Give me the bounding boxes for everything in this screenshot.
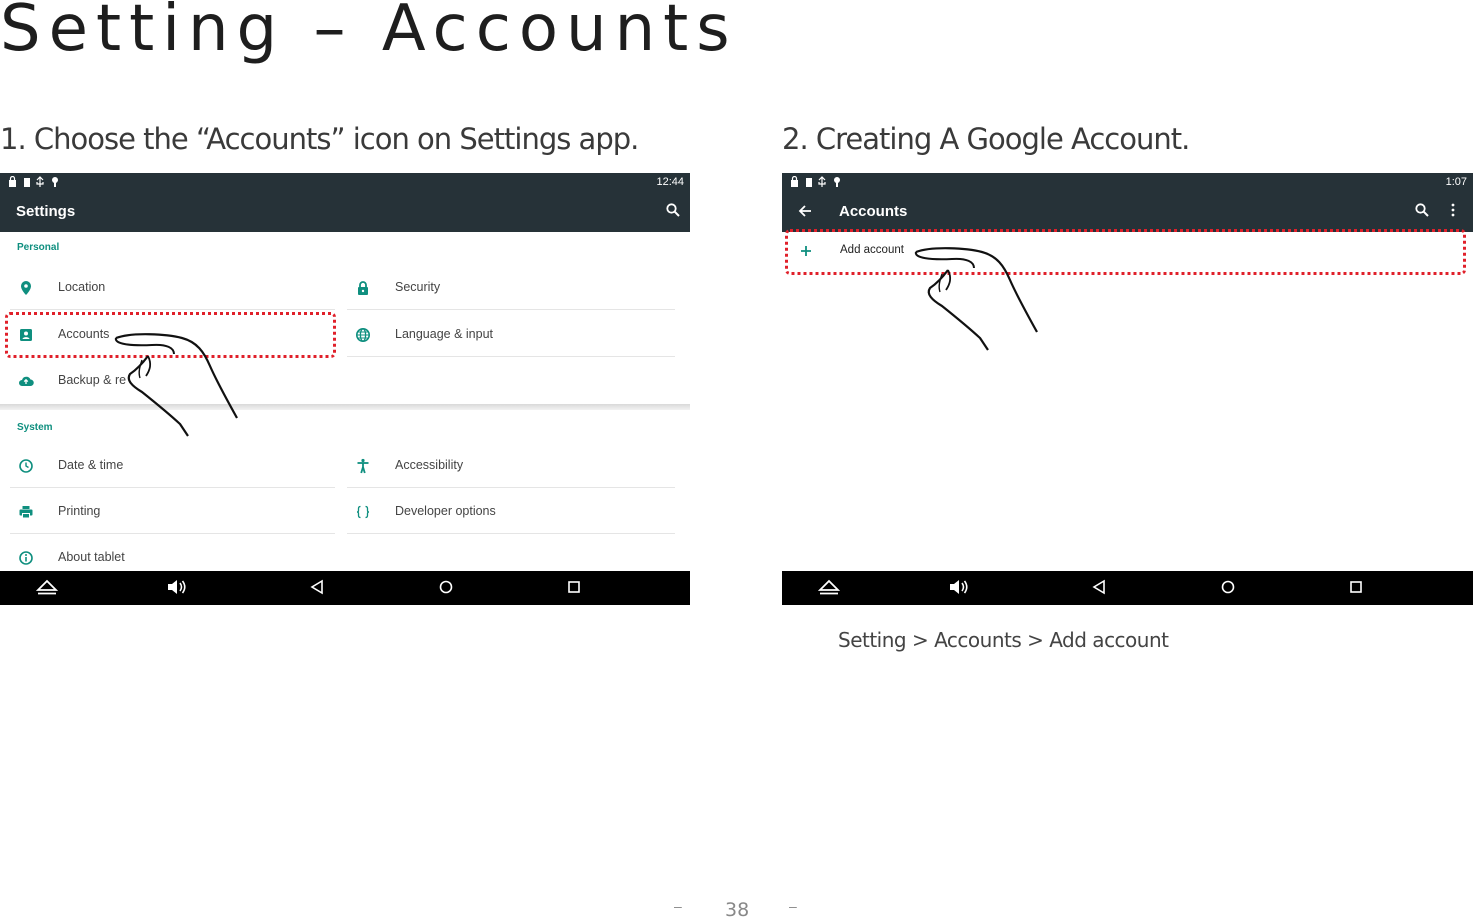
settings-screen: 12:44 Settings Personal Location Securit… xyxy=(0,173,690,605)
printing-label: Printing xyxy=(58,504,101,518)
divider xyxy=(347,533,675,534)
step1-heading: 1. Choose the “Accounts” icon on Setting… xyxy=(0,122,639,156)
code-braces-icon xyxy=(355,504,371,520)
home-icon[interactable] xyxy=(436,578,456,601)
nav-bar xyxy=(0,571,690,605)
security-label: Security xyxy=(395,280,441,294)
status-clock: 1:07 xyxy=(1445,176,1467,188)
divider xyxy=(10,309,335,310)
section-personal: Personal xyxy=(17,242,60,253)
divider xyxy=(347,487,675,488)
section-system: System xyxy=(17,422,53,433)
footer-dash-left: – xyxy=(674,898,682,914)
status-icons xyxy=(790,175,850,191)
app-title: Accounts xyxy=(839,203,908,220)
info-icon xyxy=(18,550,34,566)
divider xyxy=(10,487,335,488)
status-bar: 1:07 xyxy=(782,173,1473,192)
date-time-label: Date & time xyxy=(58,458,124,472)
divider xyxy=(347,356,675,357)
clock-icon xyxy=(18,458,34,474)
cloud-upload-icon xyxy=(18,373,34,389)
add-account-highlight xyxy=(785,229,1466,275)
nav-bar xyxy=(782,571,1473,605)
page-title: Setting – Accounts xyxy=(0,0,738,66)
settings-item-language[interactable]: Language & input xyxy=(347,313,675,357)
app-title: Settings xyxy=(16,203,76,220)
settings-item-accessibility[interactable]: Accessibility xyxy=(347,444,675,488)
divider xyxy=(347,309,675,310)
volume-icon[interactable] xyxy=(166,578,188,601)
more-vert-icon[interactable] xyxy=(1450,203,1456,222)
status-icons xyxy=(8,175,68,191)
settings-item-location[interactable]: Location xyxy=(10,266,335,310)
settings-item-date-time[interactable]: Date & time xyxy=(10,444,335,488)
hand-pointer-icon xyxy=(112,330,247,450)
developer-label: Developer options xyxy=(395,504,496,518)
search-icon[interactable] xyxy=(666,203,680,222)
settings-item-printing[interactable]: Printing xyxy=(10,490,335,534)
lock-icon xyxy=(355,280,371,296)
app-bar: Settings xyxy=(0,192,690,232)
step2-heading: 2. Creating A Google Account. xyxy=(782,122,1190,156)
page-number: 38 xyxy=(725,899,750,921)
printer-icon xyxy=(18,504,34,520)
about-label: About tablet xyxy=(58,550,125,564)
accessibility-label: Accessibility xyxy=(395,458,464,472)
back-icon[interactable] xyxy=(1090,578,1110,601)
back-icon[interactable] xyxy=(308,578,328,601)
status-bar: 12:44 xyxy=(0,173,690,192)
accessibility-icon xyxy=(355,458,371,474)
hand-pointer-icon xyxy=(912,244,1047,364)
back-arrow-icon[interactable] xyxy=(798,204,812,223)
page-footer: – 38 – xyxy=(0,898,1473,921)
location-pin-icon xyxy=(18,280,34,296)
breadcrumb: Setting > Accounts > Add account xyxy=(838,628,1169,652)
status-clock: 12:44 xyxy=(656,176,684,188)
settings-item-security[interactable]: Security xyxy=(347,266,675,310)
settings-item-developer[interactable]: Developer options xyxy=(347,490,675,534)
home-icon[interactable] xyxy=(1218,578,1238,601)
section-divider xyxy=(0,404,690,410)
recents-icon[interactable] xyxy=(1346,578,1366,601)
location-label: Location xyxy=(58,280,106,294)
recents-icon[interactable] xyxy=(564,578,584,601)
footer-dash-right: – xyxy=(789,898,797,914)
globe-icon xyxy=(355,327,371,343)
volume-icon[interactable] xyxy=(948,578,970,601)
language-label: Language & input xyxy=(395,327,494,341)
divider xyxy=(10,533,335,534)
search-icon[interactable] xyxy=(1415,203,1429,222)
hide-bar-icon[interactable] xyxy=(35,578,59,601)
hide-bar-icon[interactable] xyxy=(817,578,841,601)
app-bar: Accounts xyxy=(782,192,1473,232)
